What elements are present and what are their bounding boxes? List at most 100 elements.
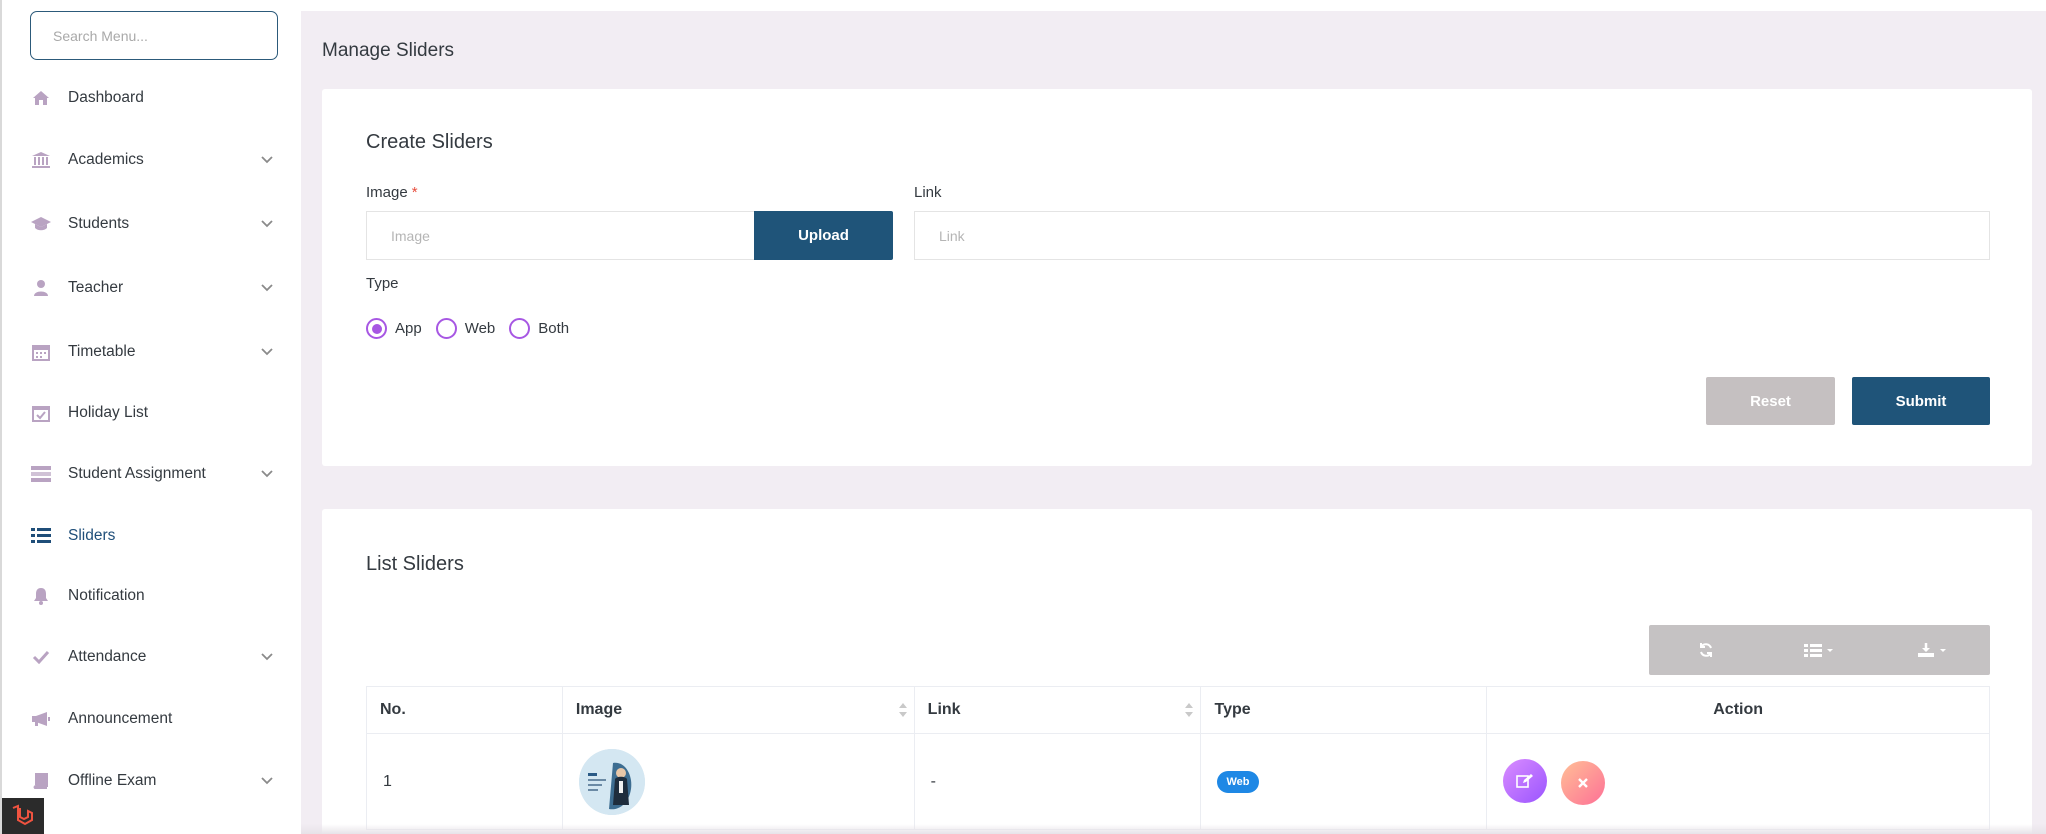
radio-label: App: [395, 320, 422, 337]
columns-icon: [1803, 644, 1833, 657]
slider-thumbnail-image: [578, 748, 645, 815]
radio-circle[interactable]: [366, 318, 387, 339]
type-badge: Web: [1217, 770, 1259, 793]
refresh-icon: [1699, 643, 1712, 657]
bottom-shadow: [301, 824, 2046, 834]
chevron-down-icon: [261, 777, 273, 785]
home-icon: [30, 87, 52, 109]
type-radio-app[interactable]: App: [366, 318, 422, 339]
megaphone-icon: [30, 708, 52, 730]
sidebar-item-dashboard[interactable]: Dashboard: [2, 78, 303, 118]
sidebar-item-attendance[interactable]: Attendance: [2, 637, 303, 677]
chevron-down-icon: [261, 156, 273, 164]
delete-button[interactable]: [1560, 760, 1605, 805]
columns-toggle-button[interactable]: [1763, 625, 1877, 675]
sort-icon[interactable]: [898, 702, 908, 718]
sidebar-item-label: Timetable: [68, 343, 136, 360]
sidebar-item-timetable[interactable]: Timetable: [2, 332, 303, 372]
sidebar: Dashboard Academics Students Teacher Tim…: [0, 0, 301, 834]
radio-circle[interactable]: [509, 318, 531, 339]
image-label-text: Image: [366, 184, 408, 201]
link-input[interactable]: Link: [914, 211, 1990, 260]
search-menu-box[interactable]: [30, 11, 278, 60]
sidebar-item-label: Announcement: [68, 710, 173, 727]
sidebar-item-label: Sliders: [68, 527, 116, 544]
sidebar-item-label: Attendance: [68, 648, 147, 665]
column-header-label: Image: [575, 701, 623, 718]
type-label: Type: [366, 275, 399, 292]
sidebar-item-label: Student Assignment: [68, 465, 206, 482]
required-mark: *: [411, 184, 418, 201]
tasks-icon: [30, 463, 52, 485]
sidebar-item-label: Academics: [68, 151, 144, 168]
sidebar-item-announcement[interactable]: Announcement: [2, 699, 303, 739]
close-icon: [1577, 777, 1588, 788]
top-navbar: [301, 0, 2046, 11]
image-label: Image *: [366, 184, 418, 201]
type-radio-both[interactable]: Both: [509, 318, 569, 339]
cell-link: -: [913, 733, 1202, 830]
book-icon: [30, 770, 52, 792]
user-icon: [30, 277, 52, 299]
bank-icon: [30, 149, 52, 171]
type-radio-web[interactable]: Web: [435, 318, 496, 339]
column-header-type[interactable]: Type: [1200, 686, 1488, 734]
card-title: List Sliders: [366, 553, 464, 575]
list-sliders-card: List Sliders No. Image Link Type Action …: [322, 509, 2032, 834]
sidebar-item-notification[interactable]: Notification: [2, 576, 303, 616]
export-icon: [1918, 643, 1947, 657]
sidebar-item-student-assignment[interactable]: Student Assignment: [2, 454, 303, 494]
sidebar-item-offline-exam[interactable]: Offline Exam: [2, 761, 303, 801]
chevron-down-icon: [261, 348, 273, 356]
sort-icon[interactable]: [1184, 702, 1194, 718]
chevron-down-icon: [261, 653, 273, 661]
chevron-down-icon: [261, 284, 273, 292]
cell-no: 1: [366, 733, 563, 830]
radio-label: Web: [464, 320, 496, 337]
radio-circle[interactable]: [435, 318, 457, 339]
edit-icon: [1516, 773, 1534, 788]
sidebar-item-students[interactable]: Students: [2, 204, 303, 244]
submit-button[interactable]: Submit: [1852, 377, 1990, 425]
list-icon: [30, 525, 52, 547]
sidebar-item-label: Dashboard: [68, 89, 144, 106]
sidebar-item-label: Notification: [68, 587, 145, 604]
calendar-icon: [30, 341, 52, 363]
card-title: Create Sliders: [366, 131, 493, 153]
laravel-logo-icon[interactable]: [2, 798, 44, 834]
sidebar-item-holiday-list[interactable]: Holiday List: [2, 393, 303, 433]
column-header-action: Action: [1486, 686, 1990, 734]
cell-action: [1486, 733, 1990, 830]
chevron-down-icon: [261, 470, 273, 478]
bell-icon: [30, 585, 52, 607]
sidebar-item-label: Offline Exam: [68, 772, 157, 789]
column-header-no[interactable]: No.: [366, 686, 563, 734]
export-button[interactable]: [1876, 625, 1990, 675]
type-radio-group: App Web Both: [366, 318, 583, 339]
sidebar-item-teacher[interactable]: Teacher: [2, 268, 303, 308]
link-label: Link: [914, 184, 942, 201]
table-toolbar: [1649, 625, 1990, 675]
table-header-row: No. Image Link Type Action: [366, 686, 1990, 734]
column-header-link[interactable]: Link: [913, 686, 1202, 734]
cell-type: Web: [1200, 733, 1488, 830]
radio-label: Both: [538, 320, 570, 337]
reset-button[interactable]: Reset: [1706, 377, 1835, 425]
refresh-button[interactable]: [1649, 625, 1763, 675]
column-header-image[interactable]: Image: [561, 686, 915, 734]
check-icon: [30, 646, 52, 668]
table-row: 1 - Web: [366, 733, 1990, 830]
calendar-check-icon: [30, 402, 52, 424]
sidebar-item-academics[interactable]: Academics: [2, 140, 303, 180]
image-input[interactable]: Image: [366, 211, 756, 260]
sidebar-item-label: Holiday List: [68, 404, 149, 421]
edit-button[interactable]: [1503, 758, 1548, 803]
sidebar-item-label: Students: [68, 215, 130, 232]
upload-button[interactable]: Upload: [754, 211, 893, 260]
create-sliders-card: Create Sliders Image * Image Upload Link …: [322, 89, 2032, 466]
sidebar-item-label: Teacher: [68, 279, 124, 296]
search-menu-input[interactable]: [53, 27, 255, 44]
graduation-cap-icon: [30, 213, 52, 235]
chevron-down-icon: [261, 220, 273, 228]
sidebar-item-sliders[interactable]: Sliders: [2, 516, 303, 556]
